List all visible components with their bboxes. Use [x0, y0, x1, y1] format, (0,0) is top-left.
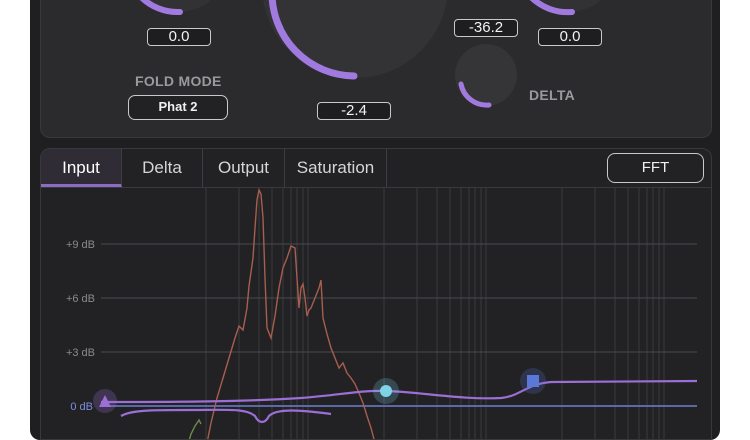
left-knob[interactable] — [120, 0, 240, 30]
tab-input[interactable]: Input — [41, 149, 122, 187]
center-knob-value[interactable]: -2.4 — [317, 102, 391, 120]
eq-curve-lower — [120, 408, 332, 424]
db-label-plus6: +6 dB — [66, 293, 95, 305]
eq-graph[interactable]: +9 dB +6 dB +3 dB 0 dB — [41, 188, 711, 440]
tab-bar: Input Delta Output Saturation — [41, 149, 387, 187]
right-knob-value[interactable]: 0.0 — [538, 28, 602, 46]
tab-delta[interactable]: Delta — [122, 149, 203, 187]
eq-curve — [100, 379, 698, 404]
db-label-plus9: +9 dB — [66, 239, 95, 251]
graph-panel: Input Delta Output Saturation FFT +9 dB … — [40, 148, 712, 440]
db-label-plus3: +3 dB — [66, 347, 95, 359]
delta-caption: DELTA — [529, 87, 576, 103]
right-knob[interactable] — [510, 0, 630, 30]
db-grid — [101, 243, 697, 353]
square-node-icon[interactable] — [520, 368, 546, 394]
fold-mode-select[interactable]: Phat 2 — [128, 95, 228, 120]
fold-mode-caption: FOLD MODE — [135, 73, 222, 89]
delta-knob[interactable] — [453, 42, 523, 112]
tab-saturation[interactable]: Saturation — [285, 149, 387, 187]
tab-output[interactable]: Output — [203, 149, 285, 187]
circle-node-icon[interactable] — [373, 378, 399, 404]
db-label-zero: 0 dB — [70, 401, 93, 413]
top-right-value[interactable]: -36.2 — [454, 19, 518, 37]
fft-button[interactable]: FFT — [607, 153, 704, 183]
left-knob-value[interactable]: 0.0 — [147, 28, 211, 46]
spectrum-trace-low — [188, 418, 202, 439]
triangle-node-icon[interactable] — [93, 389, 117, 413]
center-knob[interactable] — [250, 0, 460, 100]
